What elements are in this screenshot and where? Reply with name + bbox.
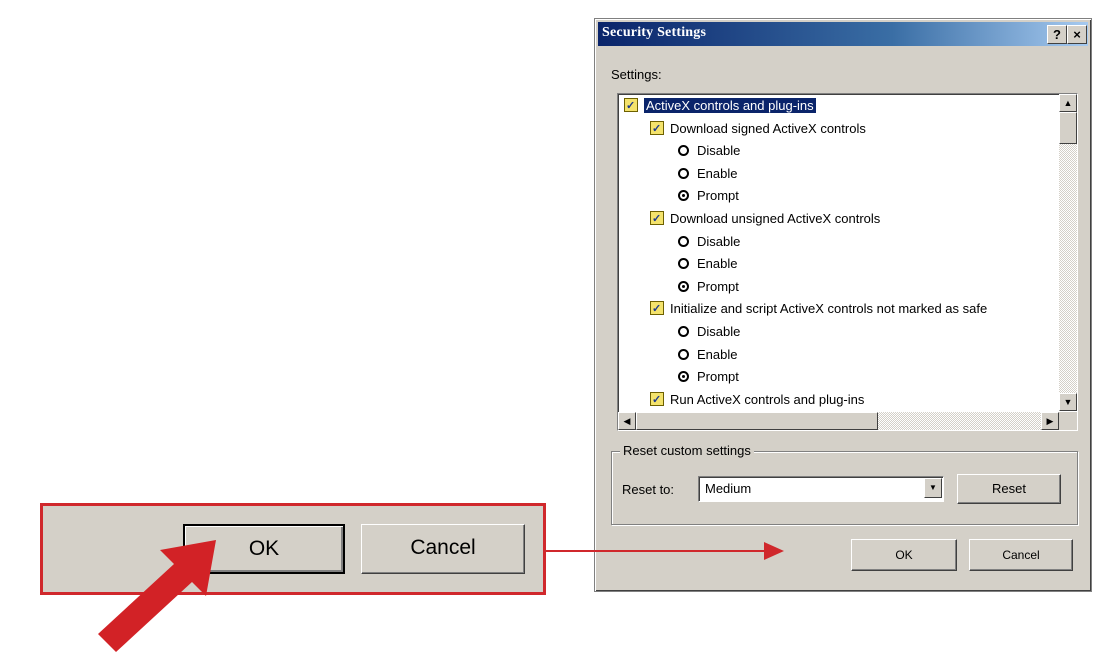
tree-label: Disable: [697, 143, 741, 159]
setting-folder-icon: [650, 119, 664, 139]
close-button[interactable]: ×: [1067, 25, 1087, 44]
tree-label: Enable: [697, 256, 738, 272]
vertical-scroll-thumb[interactable]: [1059, 112, 1077, 144]
horizontal-scroll-thumb[interactable]: [636, 412, 878, 430]
reset-to-value: Medium: [705, 481, 752, 496]
tree-option[interactable]: Disable: [678, 141, 740, 161]
ok-button[interactable]: OK: [851, 539, 957, 571]
tree-label: Prompt: [697, 278, 739, 294]
tree-option[interactable]: Enable: [678, 254, 737, 274]
settings-label: Settings:: [611, 67, 662, 82]
setting-folder-icon: [650, 209, 664, 229]
tree-label: Download unsigned ActiveX controls: [670, 211, 881, 226]
tree-category[interactable]: ActiveX controls and plug-ins: [624, 96, 816, 116]
radio-unchecked-icon[interactable]: [678, 167, 689, 179]
radio-unchecked-icon[interactable]: [678, 348, 689, 360]
scroll-up-icon[interactable]: ▲: [1059, 94, 1077, 112]
title-bar[interactable]: Security Settings ? ×: [598, 22, 1088, 46]
connector-arrow-icon: [546, 542, 784, 560]
tree-label: Initialize and script ActiveX controls n…: [670, 301, 988, 317]
tree-setting[interactable]: Download signed ActiveX controls: [650, 119, 866, 139]
dropdown-arrow-icon[interactable]: ▼: [924, 478, 942, 498]
help-button[interactable]: ?: [1047, 25, 1067, 44]
vertical-scrollbar[interactable]: ▲ ▼: [1059, 94, 1077, 411]
tree-option[interactable]: Prompt: [678, 367, 739, 387]
reset-custom-settings-group: Reset custom settings Reset to: Medium ▼…: [611, 443, 1078, 525]
tree-option[interactable]: Enable: [678, 164, 737, 184]
zoomed-cancel-button[interactable]: Cancel: [361, 524, 525, 574]
tree-label: Enable: [697, 165, 738, 181]
red-pointer-arrow-icon: [98, 540, 216, 652]
radio-checked-icon[interactable]: [678, 190, 689, 202]
tree-label: ActiveX controls and plug-ins: [644, 98, 816, 113]
cancel-button[interactable]: Cancel: [969, 539, 1073, 571]
tree-setting[interactable]: Download unsigned ActiveX controls: [650, 209, 880, 229]
tree-label: Download signed ActiveX controls: [670, 120, 866, 136]
tree-option[interactable]: Disable: [678, 232, 740, 252]
scroll-left-icon[interactable]: ◀: [618, 412, 636, 430]
tree-label: Run ActiveX controls and plug-ins: [670, 391, 865, 407]
tree-label: Disable: [697, 324, 741, 339]
tree-label: Enable: [697, 346, 738, 362]
radio-unchecked-icon[interactable]: [678, 258, 689, 270]
setting-folder-icon: [624, 96, 638, 116]
reset-to-select[interactable]: Medium ▼: [698, 476, 944, 502]
tree-option[interactable]: Enable: [678, 345, 737, 365]
group-legend: Reset custom settings: [620, 443, 754, 458]
radio-unchecked-icon[interactable]: [678, 235, 689, 247]
settings-tree[interactable]: ActiveX controls and plug-ins Download si…: [617, 93, 1078, 431]
scrollbar-corner: [1059, 412, 1077, 430]
reset-to-label: Reset to:: [622, 482, 675, 497]
dialog-title: Security Settings: [602, 25, 707, 40]
setting-folder-icon: [650, 299, 664, 319]
scroll-right-icon[interactable]: ▶: [1041, 412, 1059, 430]
radio-checked-icon[interactable]: [678, 280, 689, 292]
tree-setting[interactable]: Run ActiveX controls and plug-ins: [650, 390, 864, 410]
tree-label: Disable: [697, 233, 741, 249]
tree-setting[interactable]: Initialize and script ActiveX controls n…: [650, 299, 987, 319]
tree-label: Prompt: [697, 188, 739, 204]
radio-checked-icon[interactable]: [678, 371, 689, 383]
scroll-down-icon[interactable]: ▼: [1059, 393, 1077, 411]
tree-label: Prompt: [697, 369, 739, 385]
tree-option[interactable]: Disable: [678, 322, 740, 342]
tree-option[interactable]: Prompt: [678, 186, 739, 206]
radio-unchecked-icon[interactable]: [678, 145, 689, 157]
reset-button[interactable]: Reset: [957, 474, 1061, 504]
horizontal-scrollbar[interactable]: ◀ ▶: [618, 412, 1059, 430]
security-settings-dialog: Security Settings ? × Settings: ActiveX …: [594, 18, 1092, 592]
tree-option[interactable]: Prompt: [678, 277, 739, 297]
radio-unchecked-icon[interactable]: [678, 326, 689, 337]
setting-folder-icon: [650, 390, 664, 410]
